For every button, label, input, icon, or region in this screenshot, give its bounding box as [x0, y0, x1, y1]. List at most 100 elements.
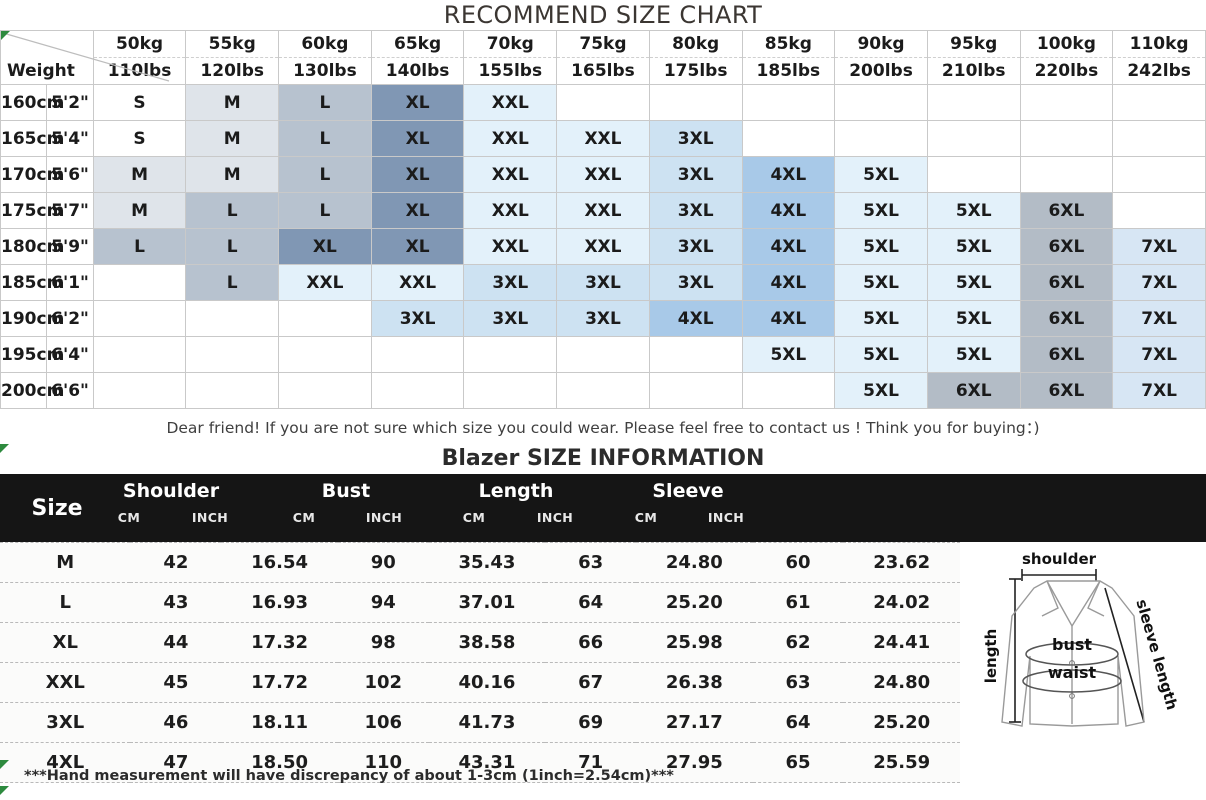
size-cell: 3XL [649, 229, 742, 265]
size-cell: 6XL [1020, 265, 1113, 301]
blazer-table-body: M4216.549035.436324.806023.62L4316.93943… [0, 543, 960, 783]
blazer-value-cell: 46 [130, 703, 221, 743]
size-cell [1020, 85, 1113, 121]
blazer-unit-4: CM [443, 510, 505, 525]
blazer-group-bust: Bust [273, 480, 419, 502]
marker-green-triangle-1 [0, 760, 9, 769]
blazer-size-cell: XL [0, 623, 130, 663]
header-kg-1: 55kg [186, 31, 279, 58]
blazer-value-cell: 16.93 [221, 583, 338, 623]
header-kg-7: 85kg [742, 31, 835, 58]
height-ft-cell: 5'4" [47, 121, 93, 157]
size-cell: 3XL [557, 265, 650, 301]
size-cell [742, 85, 835, 121]
size-cell [279, 373, 372, 409]
table-row: M4216.549035.436324.806023.62 [0, 543, 960, 583]
size-cell: XXL [464, 229, 557, 265]
size-cell [1113, 193, 1206, 229]
size-cell: 5XL [835, 265, 928, 301]
blazer-value-cell: 63 [753, 663, 844, 703]
blazer-value-cell: 66 [545, 623, 636, 663]
size-cell [93, 301, 186, 337]
blazer-value-cell: 40.16 [429, 663, 546, 703]
header-row-lbs: 110lbs 120lbs 130lbs 140lbs 155lbs 165lb… [1, 58, 1206, 85]
size-cell: 5XL [835, 301, 928, 337]
blazer-value-cell: 43 [130, 583, 221, 623]
blazer-table-header: Size Shoulder Bust Length Sleeve CM INCH… [0, 474, 1206, 542]
size-cell: XXL [557, 121, 650, 157]
blazer-value-cell: 60 [753, 543, 844, 583]
size-cell: M [93, 157, 186, 193]
size-cell: XL [371, 229, 464, 265]
size-cell: 5XL [927, 229, 1020, 265]
size-cell: M [186, 85, 279, 121]
blazer-size-cell: M [0, 543, 130, 583]
table-row: 200cm6'6"5XL6XL6XL7XL [1, 373, 1206, 409]
table-row: XXL4517.7210240.166726.386324.80 [0, 663, 960, 703]
blazer-value-cell: 69 [545, 703, 636, 743]
table-row: 170cm5'6"MMLXLXXLXXL3XL4XL5XL [1, 157, 1206, 193]
header-lbs-3: 140lbs [371, 58, 464, 85]
blazer-value-cell: 65 [753, 743, 844, 783]
size-cell [186, 373, 279, 409]
size-cell [1113, 85, 1206, 121]
blazer-value-cell: 61 [753, 583, 844, 623]
illus-label-shoulder: shoulder [1022, 550, 1097, 568]
blazer-unit-0: CM [98, 510, 160, 525]
header-lbs-6: 175lbs [649, 58, 742, 85]
blazer-value-cell: 26.38 [636, 663, 753, 703]
size-cell: L [279, 157, 372, 193]
header-lbs-10: 220lbs [1020, 58, 1113, 85]
blazer-value-cell: 62 [753, 623, 844, 663]
header-lbs-9: 210lbs [927, 58, 1020, 85]
illus-label-bust: bust [1052, 635, 1092, 654]
blazer-value-cell: 24.80 [636, 543, 753, 583]
blazer-value-cell: 94 [338, 583, 429, 623]
height-ft-cell: 6'6" [47, 373, 93, 409]
size-cell: 4XL [742, 229, 835, 265]
size-cell [649, 85, 742, 121]
size-cell: XL [371, 121, 464, 157]
blazer-unit-6: CM [615, 510, 677, 525]
size-cell: S [93, 85, 186, 121]
size-cell: 3XL [649, 121, 742, 157]
size-cell [927, 85, 1020, 121]
size-cell: 3XL [649, 265, 742, 301]
size-cell: L [93, 229, 186, 265]
size-cell: S [93, 121, 186, 157]
blazer-unit-7: INCH [692, 510, 760, 525]
size-cell: 4XL [742, 157, 835, 193]
size-cell: XXL [557, 157, 650, 193]
header-lbs-2: 130lbs [279, 58, 372, 85]
blazer-unit-5: INCH [521, 510, 589, 525]
blazer-value-cell: 16.54 [221, 543, 338, 583]
size-cell [927, 121, 1020, 157]
blazer-value-cell: 44 [130, 623, 221, 663]
blazer-unit-3: INCH [350, 510, 418, 525]
size-cell: L [279, 193, 372, 229]
size-chart-header: Weight 50kg 55kg 60kg 65kg 70kg 75kg 80k… [1, 31, 1206, 85]
size-cell: XL [371, 85, 464, 121]
size-cell: 5XL [927, 301, 1020, 337]
blazer-note: ***Hand measurement will have discrepanc… [24, 768, 674, 784]
blazer-value-cell: 25.59 [843, 743, 960, 783]
table-row: 190cm6'2"3XL3XL3XL4XL4XL5XL5XL6XL7XL [1, 301, 1206, 337]
blazer-value-cell: 63 [545, 543, 636, 583]
size-cell: M [186, 121, 279, 157]
illus-label-length: length [982, 629, 1000, 684]
size-cell: 5XL [927, 265, 1020, 301]
height-cm-cell: 160cm [1, 85, 47, 121]
corner-cell: Weight [1, 31, 94, 85]
size-cell: 6XL [1020, 193, 1113, 229]
size-cell: XXL [464, 85, 557, 121]
size-cell: M [93, 193, 186, 229]
size-cell: 3XL [464, 265, 557, 301]
blazer-value-cell: 42 [130, 543, 221, 583]
corner-weight-label: Weight [7, 61, 75, 81]
header-kg-6: 80kg [649, 31, 742, 58]
blazer-value-cell: 37.01 [429, 583, 546, 623]
size-cell: 5XL [835, 337, 928, 373]
header-kg-3: 65kg [371, 31, 464, 58]
size-cell: 3XL [371, 301, 464, 337]
blazer-value-cell: 67 [545, 663, 636, 703]
